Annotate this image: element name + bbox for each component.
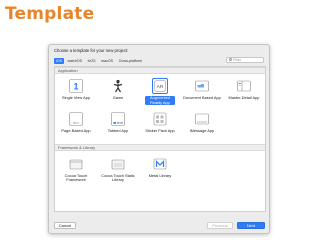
filter-placeholder: Filter — [233, 58, 241, 62]
template-label: Tabbed App — [107, 128, 129, 133]
dialog-prompt: Choose a template for your new project: — [54, 48, 129, 53]
slide-title: Template — [5, 4, 95, 24]
single-view-icon: 1 — [69, 79, 83, 93]
tab-ios[interactable]: iOS — [54, 57, 64, 64]
next-button[interactable]: Next — [237, 222, 265, 229]
template-label: iMessage App — [189, 128, 215, 133]
tab-watchos[interactable]: watchOS — [66, 58, 85, 64]
cancel-button[interactable]: Cancel — [54, 222, 76, 229]
template-metal-library[interactable]: Metal Library — [139, 156, 181, 182]
template-label: Document Based App — [183, 95, 221, 100]
template-single-view-app[interactable]: 1 Single View App — [55, 78, 97, 104]
template-panel: Application 1 Single View App Game AR Au… — [54, 66, 266, 212]
svg-text:1: 1 — [73, 82, 78, 92]
template-label: Master-Detail App — [228, 95, 260, 100]
static-library-icon — [111, 159, 125, 170]
tabbed-icon — [111, 112, 125, 126]
template-label: Metal Library — [148, 173, 172, 178]
ar-icon: AR — [152, 78, 168, 94]
new-project-dialog: Choose a template for your new project: … — [48, 44, 270, 234]
master-detail-icon — [237, 80, 251, 92]
document-icon — [195, 80, 209, 92]
framework-icon — [69, 159, 83, 170]
template-tabbed-app[interactable]: Tabbed App — [97, 111, 139, 137]
template-label: Sticker Pack App — [145, 128, 175, 133]
template-augmented-reality-app[interactable]: AR Augmented Reality App — [139, 78, 181, 106]
game-icon — [113, 79, 123, 93]
template-cocoa-touch-static-library[interactable]: Cocoa Touch Static Library — [97, 156, 139, 182]
search-icon — [229, 58, 232, 62]
template-game[interactable]: Game — [97, 78, 139, 104]
template-master-detail-app[interactable]: Master-Detail App — [223, 78, 265, 104]
section-header-framework-library: Framework & Library — [55, 144, 265, 151]
filter-input[interactable]: Filter — [226, 57, 264, 63]
svg-text:AR: AR — [157, 84, 164, 90]
template-label: Cocoa Touch Static Library — [101, 173, 135, 183]
template-sticker-pack-app[interactable]: Sticker Pack App — [139, 111, 181, 137]
previous-button[interactable]: Previous — [207, 222, 233, 229]
metal-icon — [153, 158, 167, 170]
template-imessage-app[interactable]: iMessage App — [181, 111, 223, 137]
tab-cross-platform[interactable]: Cross-platform — [117, 58, 145, 64]
template-label: Game — [112, 95, 124, 100]
tab-macos[interactable]: macOS — [99, 58, 115, 64]
template-document-based-app[interactable]: Document Based App — [181, 78, 223, 104]
template-label: Augmented Reality App — [145, 95, 175, 106]
imessage-icon — [195, 113, 209, 125]
page-based-icon — [69, 112, 83, 126]
template-label: Single View App — [61, 95, 91, 100]
section-header-application: Application — [55, 67, 265, 74]
template-label: Page-Based App — [61, 128, 91, 133]
template-cocoa-touch-framework[interactable]: Cocoa Touch Framework — [55, 156, 97, 182]
platform-tab-bar: iOS watchOS tvOS macOS Cross-platform Fi… — [54, 57, 264, 64]
tab-tvos[interactable]: tvOS — [86, 58, 98, 64]
template-page-based-app[interactable]: Page-Based App — [55, 111, 97, 137]
template-label: Cocoa Touch Framework — [64, 173, 88, 183]
sticker-icon — [153, 112, 167, 126]
